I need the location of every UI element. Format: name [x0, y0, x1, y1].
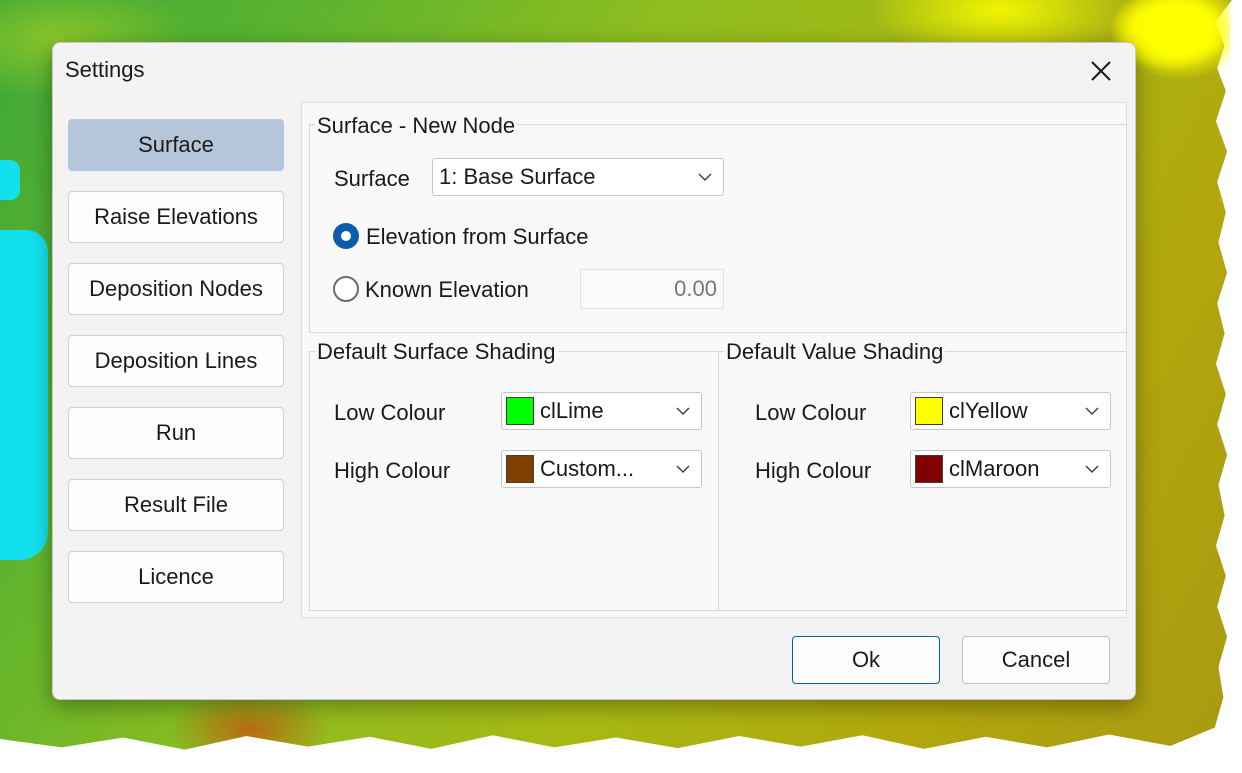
cancel-button[interactable]: Cancel	[962, 636, 1110, 684]
surface-high-colour-dropdown[interactable]: Custom...	[501, 450, 702, 488]
known-elevation-radio[interactable]	[333, 276, 359, 302]
nav-deposition-nodes-button[interactable]: Deposition Nodes	[68, 263, 284, 315]
colour-swatch	[915, 397, 943, 425]
chevron-down-icon	[698, 173, 712, 182]
chevron-down-icon	[1085, 465, 1099, 474]
ok-button[interactable]: Ok	[792, 636, 940, 684]
surface-shading-group-title: Default Surface Shading	[315, 339, 558, 365]
value-low-colour-dropdown[interactable]: clYellow	[910, 392, 1111, 430]
known-elevation-input[interactable]: 0.00	[580, 269, 724, 309]
surface-low-colour-dropdown[interactable]: clLime	[501, 392, 702, 430]
new-node-group-title: Surface - New Node	[315, 113, 518, 139]
water-area	[0, 230, 48, 560]
nav-result-file-button[interactable]: Result File	[68, 479, 284, 531]
value-shading-group-title: Default Value Shading	[724, 339, 946, 365]
nav-licence-button[interactable]: Licence	[68, 551, 284, 603]
surface-high-colour-value: Custom...	[540, 456, 635, 481]
colour-swatch	[506, 455, 534, 483]
settings-panel: Surface - New Node Surface 1: Base Surfa…	[301, 102, 1127, 618]
elevation-from-surface-radio[interactable]	[333, 223, 359, 249]
surface-low-colour-label: Low Colour	[334, 400, 446, 425]
chevron-down-icon	[676, 407, 690, 416]
nav-deposition-lines-button[interactable]: Deposition Lines	[68, 335, 284, 387]
known-elevation-label[interactable]: Known Elevation	[365, 277, 529, 303]
chevron-down-icon	[1085, 407, 1099, 416]
close-button[interactable]	[1081, 53, 1121, 89]
settings-dialog: Settings Surface Raise Elevations Deposi…	[52, 42, 1136, 700]
nav-surface-button[interactable]: Surface	[68, 119, 284, 171]
close-icon	[1091, 61, 1111, 81]
surface-high-colour-label: High Colour	[334, 458, 451, 483]
surface-low-colour-value: clLime	[540, 398, 604, 423]
title-bar: Settings	[53, 43, 1135, 99]
surface-dropdown-value: 1: Base Surface	[439, 164, 596, 189]
nav-run-button[interactable]: Run	[68, 407, 284, 459]
value-low-colour-label: Low Colour	[755, 400, 867, 425]
colour-swatch	[506, 397, 534, 425]
nav-raise-elevations-button[interactable]: Raise Elevations	[68, 191, 284, 243]
colour-swatch	[915, 455, 943, 483]
value-low-colour-value: clYellow	[949, 398, 1028, 423]
surface-label: Surface	[334, 166, 410, 191]
chevron-down-icon	[676, 465, 690, 474]
surface-dropdown[interactable]: 1: Base Surface	[432, 158, 724, 196]
water-area	[0, 160, 20, 200]
dialog-title: Settings	[65, 57, 145, 82]
value-high-colour-value: clMaroon	[949, 456, 1040, 481]
value-high-colour-dropdown[interactable]: clMaroon	[910, 450, 1111, 488]
elevation-from-surface-label[interactable]: Elevation from Surface	[366, 224, 589, 250]
value-high-colour-label: High Colour	[755, 458, 872, 483]
